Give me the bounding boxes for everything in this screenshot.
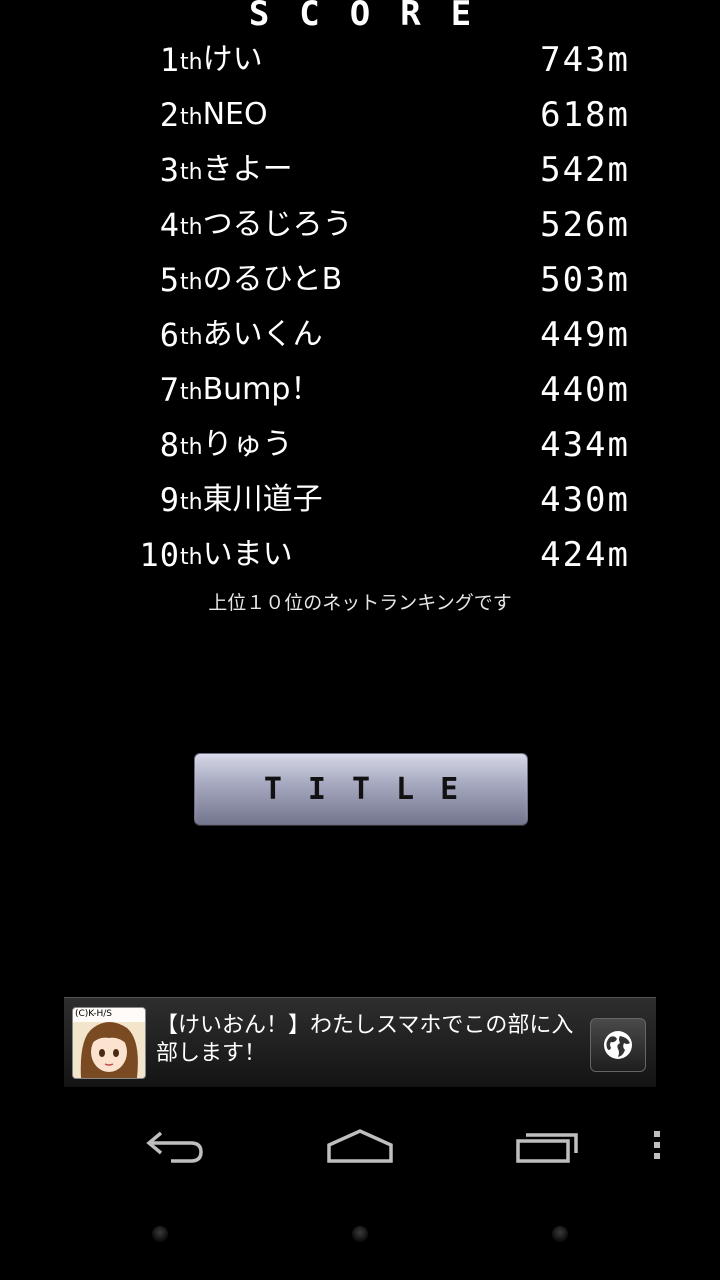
ranking-row: 2 thNEO 618m [0,91,720,141]
ranking-row: 7 thBump！ 440m [0,366,720,416]
player-name-text: きよー [202,152,293,187]
rank-number: 8 [159,426,180,464]
hardware-dot [552,1226,568,1242]
rank-number: 4 [159,206,180,244]
android-nav-bar [0,1100,720,1190]
player-name: thきよー [180,150,293,193]
rank-suffix: th [180,270,203,295]
hardware-key-lights [0,1226,720,1246]
player-name-text: つるじろう [202,207,353,242]
ranking-row: 6 thあいくん 449m [0,311,720,361]
player-name-text: りゅう [202,427,293,462]
globe-icon[interactable] [590,1018,646,1072]
rank-suffix: th [180,545,203,570]
player-name-text: あいくん [202,317,323,352]
rank-suffix: th [180,435,203,460]
player-name: th東川道子 [180,480,323,523]
ranking-row: 4 thつるじろう 526m [0,201,720,251]
player-name: thあいくん [180,315,323,358]
player-name: thのるひとB [180,260,342,303]
rank-suffix: th [180,215,203,240]
player-score: 449m [540,315,630,355]
title-button-label: TITLE [263,771,485,807]
back-icon[interactable] [130,1120,220,1170]
player-score: 434m [540,425,630,465]
rank-suffix: th [180,50,203,75]
overflow-menu-icon[interactable] [630,1120,684,1170]
player-score: 440m [540,370,630,410]
player-score: 743m [540,40,630,80]
rank-number: 9 [159,481,180,519]
recent-apps-icon-svg [516,1133,578,1163]
home-icon-svg [327,1129,393,1163]
player-name: thBump！ [180,370,320,413]
hardware-dot [352,1226,368,1242]
ranking-row: 3 thきよー 542m [0,146,720,196]
player-score: 526m [540,205,630,245]
ad-thumbnail: (C)K-H/S [72,1007,146,1079]
globe-icon-svg [604,1031,632,1059]
player-name: thNEO [180,95,268,138]
player-name-text: 東川道子 [202,482,323,517]
player-score: 618m [540,95,630,135]
rank-number: 6 [159,316,180,354]
rank-number: 7 [159,371,180,409]
rank-suffix: th [180,380,203,405]
player-name-text: いまい [202,537,293,572]
overflow-menu-icon-svg [654,1131,660,1159]
player-name: thいまい [180,535,293,578]
rank-number: 3 [159,151,180,189]
ranking-row: 10 thいまい 424m [0,531,720,581]
ranking-note: 上位１０位のネットランキングです [208,592,512,614]
player-name-text: けい [202,42,263,77]
rank-suffix: th [180,325,203,350]
ranking-row: 1 thけい 743m [0,36,720,86]
rank-suffix: th [180,105,203,130]
rank-number: 10 [139,536,180,574]
rank-number: 2 [159,96,180,134]
player-score: 503m [540,260,630,300]
ranking-row: 9 th東川道子 430m [0,476,720,526]
player-score: 542m [540,150,630,190]
ad-banner[interactable]: (C)K-H/S 【けいおん！】わたしスマホでこの部に入部します！ [64,997,656,1087]
ranking-row: 5 thのるひとB 503m [0,256,720,306]
player-name: thりゅう [180,425,293,468]
rank-suffix: th [180,160,203,185]
home-icon[interactable] [315,1120,405,1170]
page-title: SCORE [248,0,502,34]
back-icon-svg [146,1131,203,1163]
title-button[interactable]: TITLE [194,753,528,825]
player-name: thけい [180,40,263,83]
hardware-dot [152,1226,168,1242]
player-name-text: NEO [202,97,268,132]
rank-number: 1 [159,41,180,79]
player-name: thつるじろう [180,205,353,248]
ranking-row: 8 thりゅう 434m [0,421,720,471]
ad-thumb-tag: (C)K-H/S [75,1009,113,1019]
rank-suffix: th [180,490,203,515]
player-score: 424m [540,535,630,575]
player-name-text: のるひとB [202,262,343,297]
ad-text: 【けいおん！】わたしスマホでこの部に入部します！ [156,1013,574,1066]
recent-apps-icon[interactable] [502,1120,592,1170]
player-name-text: Bump！ [202,372,321,407]
player-score: 430m [540,480,630,520]
rank-number: 5 [159,261,180,299]
